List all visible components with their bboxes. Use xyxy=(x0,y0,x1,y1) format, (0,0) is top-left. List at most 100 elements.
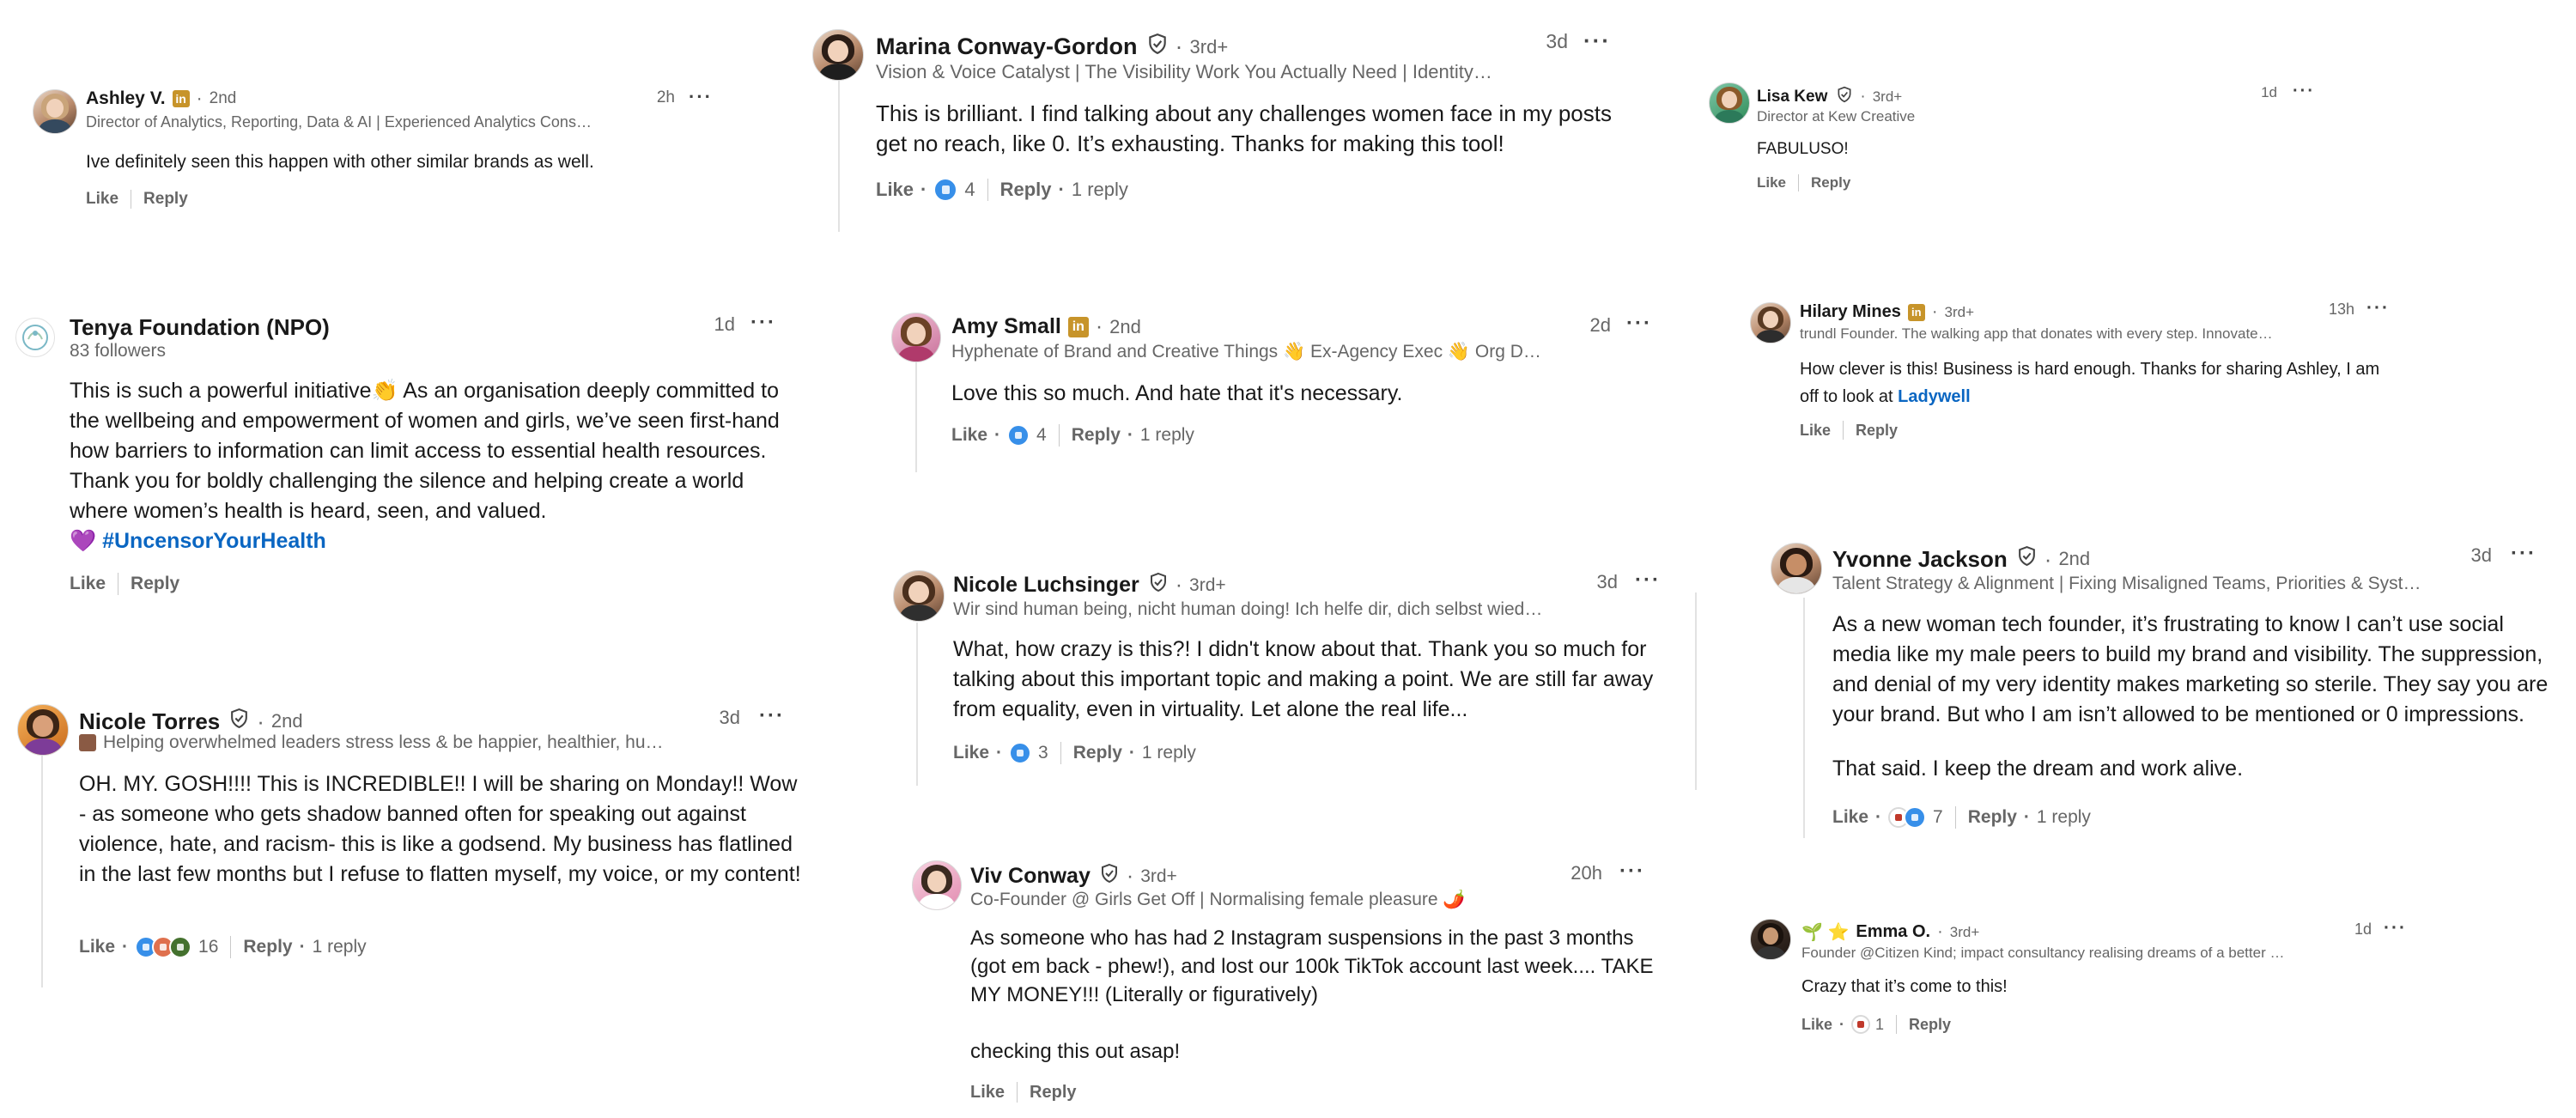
reaction-count[interactable]: 4 xyxy=(1036,425,1047,446)
reaction-count[interactable]: 4 xyxy=(964,179,975,201)
reply-button[interactable]: Reply xyxy=(1856,422,1898,440)
more-options-icon[interactable]: ··· xyxy=(1619,860,1645,884)
separator-dot: · xyxy=(1937,922,1943,941)
connection-degree: 2nd xyxy=(209,89,237,107)
commenter-name[interactable]: Viv Conway xyxy=(970,864,1091,889)
like-button[interactable]: Like xyxy=(86,190,118,209)
like-icon xyxy=(1007,424,1030,447)
like-button[interactable]: Like xyxy=(1800,422,1831,440)
verified-icon xyxy=(2016,545,2038,573)
more-options-icon[interactable]: ··· xyxy=(750,311,776,335)
more-options-icon[interactable]: ··· xyxy=(2384,918,2407,939)
replies-count-link[interactable]: 1 reply xyxy=(313,937,367,957)
commenter-name[interactable]: Tenya Foundation (NPO) xyxy=(70,314,330,341)
replies-count-link[interactable]: 1 reply xyxy=(1140,425,1194,446)
hashtag-link[interactable]: #UncensorYourHealth xyxy=(102,529,326,553)
avatar[interactable] xyxy=(912,860,962,910)
reaction-count[interactable]: 3 xyxy=(1038,743,1048,763)
separator-dot: · xyxy=(257,708,264,734)
like-button[interactable]: Like xyxy=(1757,174,1786,191)
like-button[interactable]: Like xyxy=(970,1083,1005,1103)
separator-dot: · xyxy=(920,179,927,200)
like-button[interactable]: Like xyxy=(1801,1016,1832,1034)
comment-timestamp: 2h xyxy=(656,88,675,106)
commenter-name[interactable]: Amy Small xyxy=(951,314,1061,339)
reaction-count[interactable]: 7 xyxy=(1933,807,1943,828)
reaction-count[interactable]: 16 xyxy=(198,937,218,957)
avatar[interactable] xyxy=(1750,919,1791,960)
commenter-name[interactable]: Hilary Mines xyxy=(1800,302,1901,322)
connection-degree: 3rd+ xyxy=(1189,35,1229,58)
reply-button[interactable]: Reply xyxy=(143,190,188,209)
replies-count-link[interactable]: 1 reply xyxy=(1142,743,1196,763)
connection-degree: 3rd+ xyxy=(1189,574,1226,595)
separator-dot: · xyxy=(1128,743,1135,763)
avatar[interactable] xyxy=(1750,302,1791,343)
like-button[interactable]: Like xyxy=(951,425,987,446)
commenter-headline: Founder @Citizen Kind; impact consultanc… xyxy=(1801,945,2285,961)
avatar[interactable] xyxy=(33,89,77,134)
commenter-name[interactable]: Yvonne Jackson xyxy=(1832,546,2008,573)
like-button[interactable]: Like xyxy=(1832,807,1868,828)
comment-text: How clever is this! Business is hard eno… xyxy=(1800,360,2380,406)
more-options-icon[interactable]: ··· xyxy=(759,704,785,728)
flag-icon xyxy=(1851,1015,1871,1034)
commenter-name[interactable]: Emma O. xyxy=(1856,922,1930,942)
avatar[interactable] xyxy=(1709,82,1750,124)
like-button[interactable]: Like xyxy=(70,574,106,594)
avatar[interactable] xyxy=(893,570,945,622)
more-options-icon[interactable]: ··· xyxy=(2511,542,2537,566)
reply-button[interactable]: Reply xyxy=(1000,179,1052,201)
comment-actions: Like Reply xyxy=(1757,173,1850,192)
commenter-name[interactable]: Nicole Torres xyxy=(79,708,220,735)
comment-timestamp: 1d xyxy=(2354,921,2372,938)
comment-actions: Like · 7 Reply · 1 reply xyxy=(1832,805,2091,829)
reply-button[interactable]: Reply xyxy=(131,574,179,594)
like-button[interactable]: Like xyxy=(876,179,914,201)
separator-dot: · xyxy=(1126,864,1134,888)
ladywell-link[interactable]: Ladywell xyxy=(1898,387,1970,406)
comment-text: FABULUSO! xyxy=(1757,140,1849,158)
comment-text: As a new woman tech founder, it’s frustr… xyxy=(1832,612,2549,781)
comment-timestamp: 13h xyxy=(2328,301,2354,318)
thread-line xyxy=(915,361,917,472)
more-options-icon[interactable]: ··· xyxy=(1583,27,1611,54)
avatar[interactable] xyxy=(15,318,55,357)
reply-button[interactable]: Reply xyxy=(1909,1016,1951,1034)
avatar[interactable] xyxy=(891,313,941,362)
commenter-name[interactable]: Lisa Kew xyxy=(1757,88,1827,106)
reaction-count[interactable]: 1 xyxy=(1875,1016,1884,1034)
headline-photo-icon xyxy=(79,734,96,751)
reply-button[interactable]: Reply xyxy=(243,937,292,957)
replies-count-link[interactable]: 1 reply xyxy=(2037,807,2091,828)
like-button[interactable]: Like xyxy=(79,937,115,957)
commenter-name[interactable]: Marina Conway-Gordon xyxy=(876,33,1138,60)
commenter-headline: Hyphenate of Brand and Creative Things 👋… xyxy=(951,342,1541,362)
connection-degree: 2nd xyxy=(2058,548,2091,569)
commenter-name[interactable]: Nicole Luchsinger xyxy=(953,573,1139,598)
reply-button[interactable]: Reply xyxy=(1030,1083,1076,1103)
more-options-icon[interactable]: ··· xyxy=(1635,568,1661,592)
comment-timestamp: 3d xyxy=(719,707,740,728)
more-options-icon[interactable]: ··· xyxy=(2366,298,2390,319)
separator-dot: · xyxy=(299,937,306,957)
separator-dot: · xyxy=(196,88,203,108)
replies-count-link[interactable]: 1 reply xyxy=(1072,179,1128,201)
reply-button[interactable]: Reply xyxy=(1072,425,1121,446)
commenter-name[interactable]: Ashley V. xyxy=(86,88,166,109)
more-options-icon[interactable]: ··· xyxy=(2293,82,2315,101)
more-options-icon[interactable]: ··· xyxy=(689,86,713,108)
separator-dot: · xyxy=(996,743,1003,763)
avatar[interactable] xyxy=(17,704,69,756)
connection-degree: 3rd+ xyxy=(1944,303,1975,320)
reply-button[interactable]: Reply xyxy=(1811,174,1850,191)
reply-button[interactable]: Reply xyxy=(1968,807,2017,828)
avatar[interactable] xyxy=(1771,543,1822,594)
reply-button[interactable]: Reply xyxy=(1073,743,1122,763)
commenter-headline: trundl Founder. The walking app that don… xyxy=(1800,325,2273,342)
commenter-headline: Co-Founder @ Girls Get Off | Normalising… xyxy=(970,890,1466,909)
like-button[interactable]: Like xyxy=(953,743,989,763)
comment-text: Crazy that it’s come to this! xyxy=(1801,977,2008,996)
avatar[interactable] xyxy=(812,29,864,81)
more-options-icon[interactable]: ··· xyxy=(1626,312,1652,336)
